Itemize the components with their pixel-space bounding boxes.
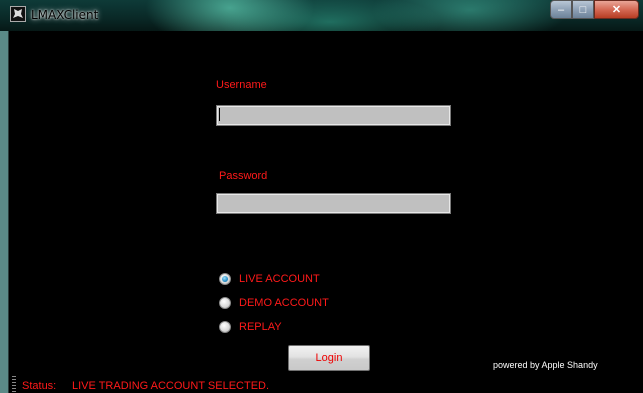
close-icon: ✕ bbox=[611, 4, 622, 16]
username-field[interactable] bbox=[216, 105, 451, 126]
status-grip bbox=[12, 376, 16, 393]
radio-replay[interactable]: REPLAY bbox=[219, 321, 282, 333]
password-field[interactable] bbox=[216, 193, 451, 214]
window-title: LMAXClient bbox=[31, 8, 99, 22]
username-label: Username bbox=[216, 79, 267, 91]
login-button[interactable]: Login bbox=[288, 345, 370, 371]
radio-replay-label: REPLAY bbox=[239, 321, 282, 333]
text-caret bbox=[219, 108, 220, 121]
powered-by-text: powered by Apple Shandy bbox=[493, 360, 598, 370]
radio-demo-account-label: DEMO ACCOUNT bbox=[239, 297, 329, 309]
minimize-icon: – bbox=[557, 3, 565, 16]
status-label: Status: bbox=[22, 380, 57, 392]
radio-live-account-button[interactable] bbox=[219, 273, 231, 285]
radio-live-account-label: LIVE ACCOUNT bbox=[239, 273, 320, 285]
radio-live-account[interactable]: LIVE ACCOUNT bbox=[219, 273, 320, 285]
maximize-icon: □ bbox=[579, 3, 587, 16]
title-bar[interactable]: LMAXClient – □ ✕ bbox=[0, 0, 643, 31]
status-text: LIVE TRADING ACCOUNT SELECTED. bbox=[72, 380, 270, 392]
maximize-button[interactable]: □ bbox=[572, 0, 594, 19]
radio-demo-account[interactable]: DEMO ACCOUNT bbox=[219, 297, 329, 309]
minimize-button[interactable]: – bbox=[550, 0, 572, 19]
close-button[interactable]: ✕ bbox=[594, 0, 639, 19]
radio-demo-account-button[interactable] bbox=[219, 297, 231, 309]
radio-replay-button[interactable] bbox=[219, 321, 231, 333]
password-label: Password bbox=[219, 170, 268, 182]
caption-buttons: – □ ✕ bbox=[550, 0, 639, 20]
window-left-border-edge bbox=[8, 31, 9, 393]
app-icon[interactable] bbox=[10, 6, 26, 22]
